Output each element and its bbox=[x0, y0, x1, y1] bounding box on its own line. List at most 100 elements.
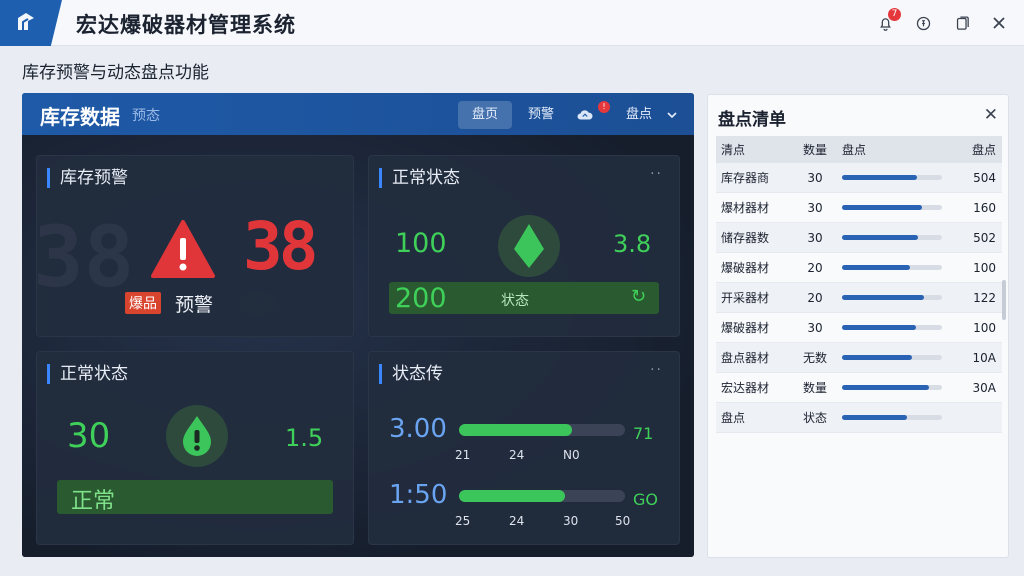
progress-fill bbox=[842, 295, 924, 300]
window-restore-button[interactable] bbox=[951, 12, 973, 34]
status-pill-text: 状态 bbox=[501, 293, 529, 309]
row-name: 爆破器材 bbox=[721, 261, 770, 275]
status-row-tail: 71 bbox=[633, 424, 654, 443]
card-normal-status-2[interactable]: 正常状态 30 1.5 正常 bbox=[36, 351, 354, 545]
more-icon[interactable]: ·· bbox=[650, 166, 663, 182]
table-row[interactable]: 开采器材 20 122 bbox=[716, 283, 1002, 313]
row-value: 504 bbox=[973, 170, 996, 185]
progress-fill bbox=[842, 415, 907, 420]
row-name: 爆破器材 bbox=[721, 321, 770, 335]
inventory-table: 清点 数量 盘点 盘点 库存器商 30 504 爆材器材 30 160 储存器数 30 502 爆… bbox=[716, 136, 1002, 433]
progress-fill bbox=[842, 235, 918, 240]
column-header[interactable]: 盘点 bbox=[956, 141, 1002, 158]
progress-fill bbox=[842, 205, 922, 210]
table-row[interactable]: 储存器数 30 502 bbox=[716, 223, 1002, 253]
notification-badge: 7 bbox=[888, 8, 901, 21]
table-row[interactable]: 爆破器材 20 100 bbox=[716, 253, 1002, 283]
coin-icon bbox=[916, 16, 930, 30]
tick-label: 24 bbox=[509, 514, 525, 528]
restore-icon bbox=[956, 15, 969, 30]
tab-warning[interactable]: 预警 bbox=[514, 101, 568, 129]
cloud-alert-icon bbox=[577, 109, 593, 119]
progress-track bbox=[842, 355, 942, 360]
card-title: 正常状态 bbox=[379, 168, 460, 188]
row-progress bbox=[836, 415, 956, 420]
more-icon[interactable]: ·· bbox=[650, 362, 663, 378]
status-fill bbox=[459, 424, 572, 436]
progress-track bbox=[842, 175, 942, 180]
tick-label: 25 bbox=[455, 514, 471, 528]
card-inventory-warning[interactable]: 38 库存预警 38 爆品 预警 bbox=[33, 155, 354, 337]
row-name: 盘点器材 bbox=[721, 351, 770, 365]
row-qty: 状态 bbox=[802, 411, 827, 425]
row-value: 100 bbox=[973, 320, 996, 335]
warning-count: 38 bbox=[243, 208, 319, 285]
table-row[interactable]: 库存器商 30 504 bbox=[716, 163, 1002, 193]
table-header: 清点 数量 盘点 盘点 bbox=[716, 136, 1002, 163]
row-value: 100 bbox=[973, 260, 996, 275]
logo-icon bbox=[18, 13, 34, 30]
card-title: 状态传 bbox=[379, 364, 443, 384]
account-button[interactable] bbox=[912, 12, 934, 34]
progress-track bbox=[842, 295, 942, 300]
tick-label: N0 bbox=[563, 448, 580, 462]
refresh-icon[interactable]: ↻ bbox=[631, 286, 646, 307]
alert-button[interactable]: ! bbox=[570, 101, 610, 129]
row-progress bbox=[836, 385, 956, 390]
tab-overview[interactable]: 盘页 bbox=[458, 101, 513, 129]
column-header[interactable]: 数量 bbox=[794, 141, 836, 158]
app-title: 宏达爆破器材管理系统 bbox=[76, 13, 296, 37]
column-header[interactable]: 盘点 bbox=[836, 141, 956, 158]
tab-inventory-check[interactable]: 盘点 bbox=[612, 101, 666, 129]
row-value: 10A bbox=[972, 350, 996, 365]
notifications-button[interactable]: 7 bbox=[874, 8, 901, 34]
status-pill-text: 正常 bbox=[71, 489, 116, 514]
dashboard-subtitle: 预态 bbox=[132, 108, 160, 124]
row-progress bbox=[836, 265, 956, 270]
progress-track bbox=[842, 265, 942, 270]
background-decoration: 38 bbox=[33, 208, 135, 306]
status-row-value: 1:50 bbox=[389, 480, 448, 510]
row-name: 宏达器材 bbox=[721, 381, 770, 395]
table-row[interactable]: 盘点 状态 bbox=[716, 403, 1002, 433]
table-row[interactable]: 爆材器材 30 160 bbox=[716, 193, 1002, 223]
alert-badge: ! bbox=[598, 101, 610, 113]
progress-track bbox=[842, 415, 942, 420]
row-name: 开采器材 bbox=[721, 291, 770, 305]
card-title: 库存预警 bbox=[47, 168, 128, 188]
card-status-transfer[interactable]: 状态传 ·· 3.00 71 21 24 N0 1:50 GO 25 24 30… bbox=[368, 351, 680, 545]
row-value: 122 bbox=[973, 290, 996, 305]
column-header[interactable]: 清点 bbox=[716, 141, 794, 158]
dashboard-title: 库存数据 bbox=[40, 105, 120, 129]
table-row[interactable]: 盘点器材 无数 10A bbox=[716, 343, 1002, 373]
status-track bbox=[459, 490, 625, 502]
card-normal-status[interactable]: 正常状态 ·· 100 3.8 200 状态 ↻ bbox=[368, 155, 680, 337]
progress-fill bbox=[842, 175, 917, 180]
progress-fill bbox=[842, 385, 929, 390]
row-progress bbox=[836, 205, 956, 210]
close-button[interactable] bbox=[988, 12, 1010, 34]
title-bar: 宏达爆破器材管理系统 7 bbox=[0, 0, 1024, 46]
close-icon[interactable]: ✕ bbox=[984, 105, 998, 125]
close-icon bbox=[993, 17, 1005, 29]
app-logo bbox=[0, 0, 62, 46]
status-row-tail: GO bbox=[633, 490, 658, 509]
progress-track bbox=[842, 205, 942, 210]
row-qty: 数量 bbox=[802, 381, 827, 395]
row-progress bbox=[836, 355, 956, 360]
row-name: 储存器数 bbox=[721, 231, 770, 245]
table-row[interactable]: 宏达器材 数量 30A bbox=[716, 373, 1002, 403]
table-row[interactable]: 爆破器材 30 100 bbox=[716, 313, 1002, 343]
row-progress bbox=[836, 325, 956, 330]
row-qty: 30 bbox=[807, 320, 823, 335]
row-qty: 30 bbox=[807, 170, 823, 185]
tick-label: 21 bbox=[455, 448, 471, 462]
dashboard-body: 38 库存预警 38 爆品 预警 正常状态 ·· 100 3.8 200 状态 bbox=[22, 135, 694, 557]
row-progress bbox=[836, 295, 956, 300]
scrollbar[interactable] bbox=[1002, 280, 1006, 320]
progress-fill bbox=[842, 355, 912, 360]
row-qty: 20 bbox=[807, 260, 823, 275]
row-qty: 30 bbox=[807, 200, 823, 215]
chevron-down-icon[interactable] bbox=[666, 106, 678, 125]
status-track bbox=[459, 424, 625, 436]
